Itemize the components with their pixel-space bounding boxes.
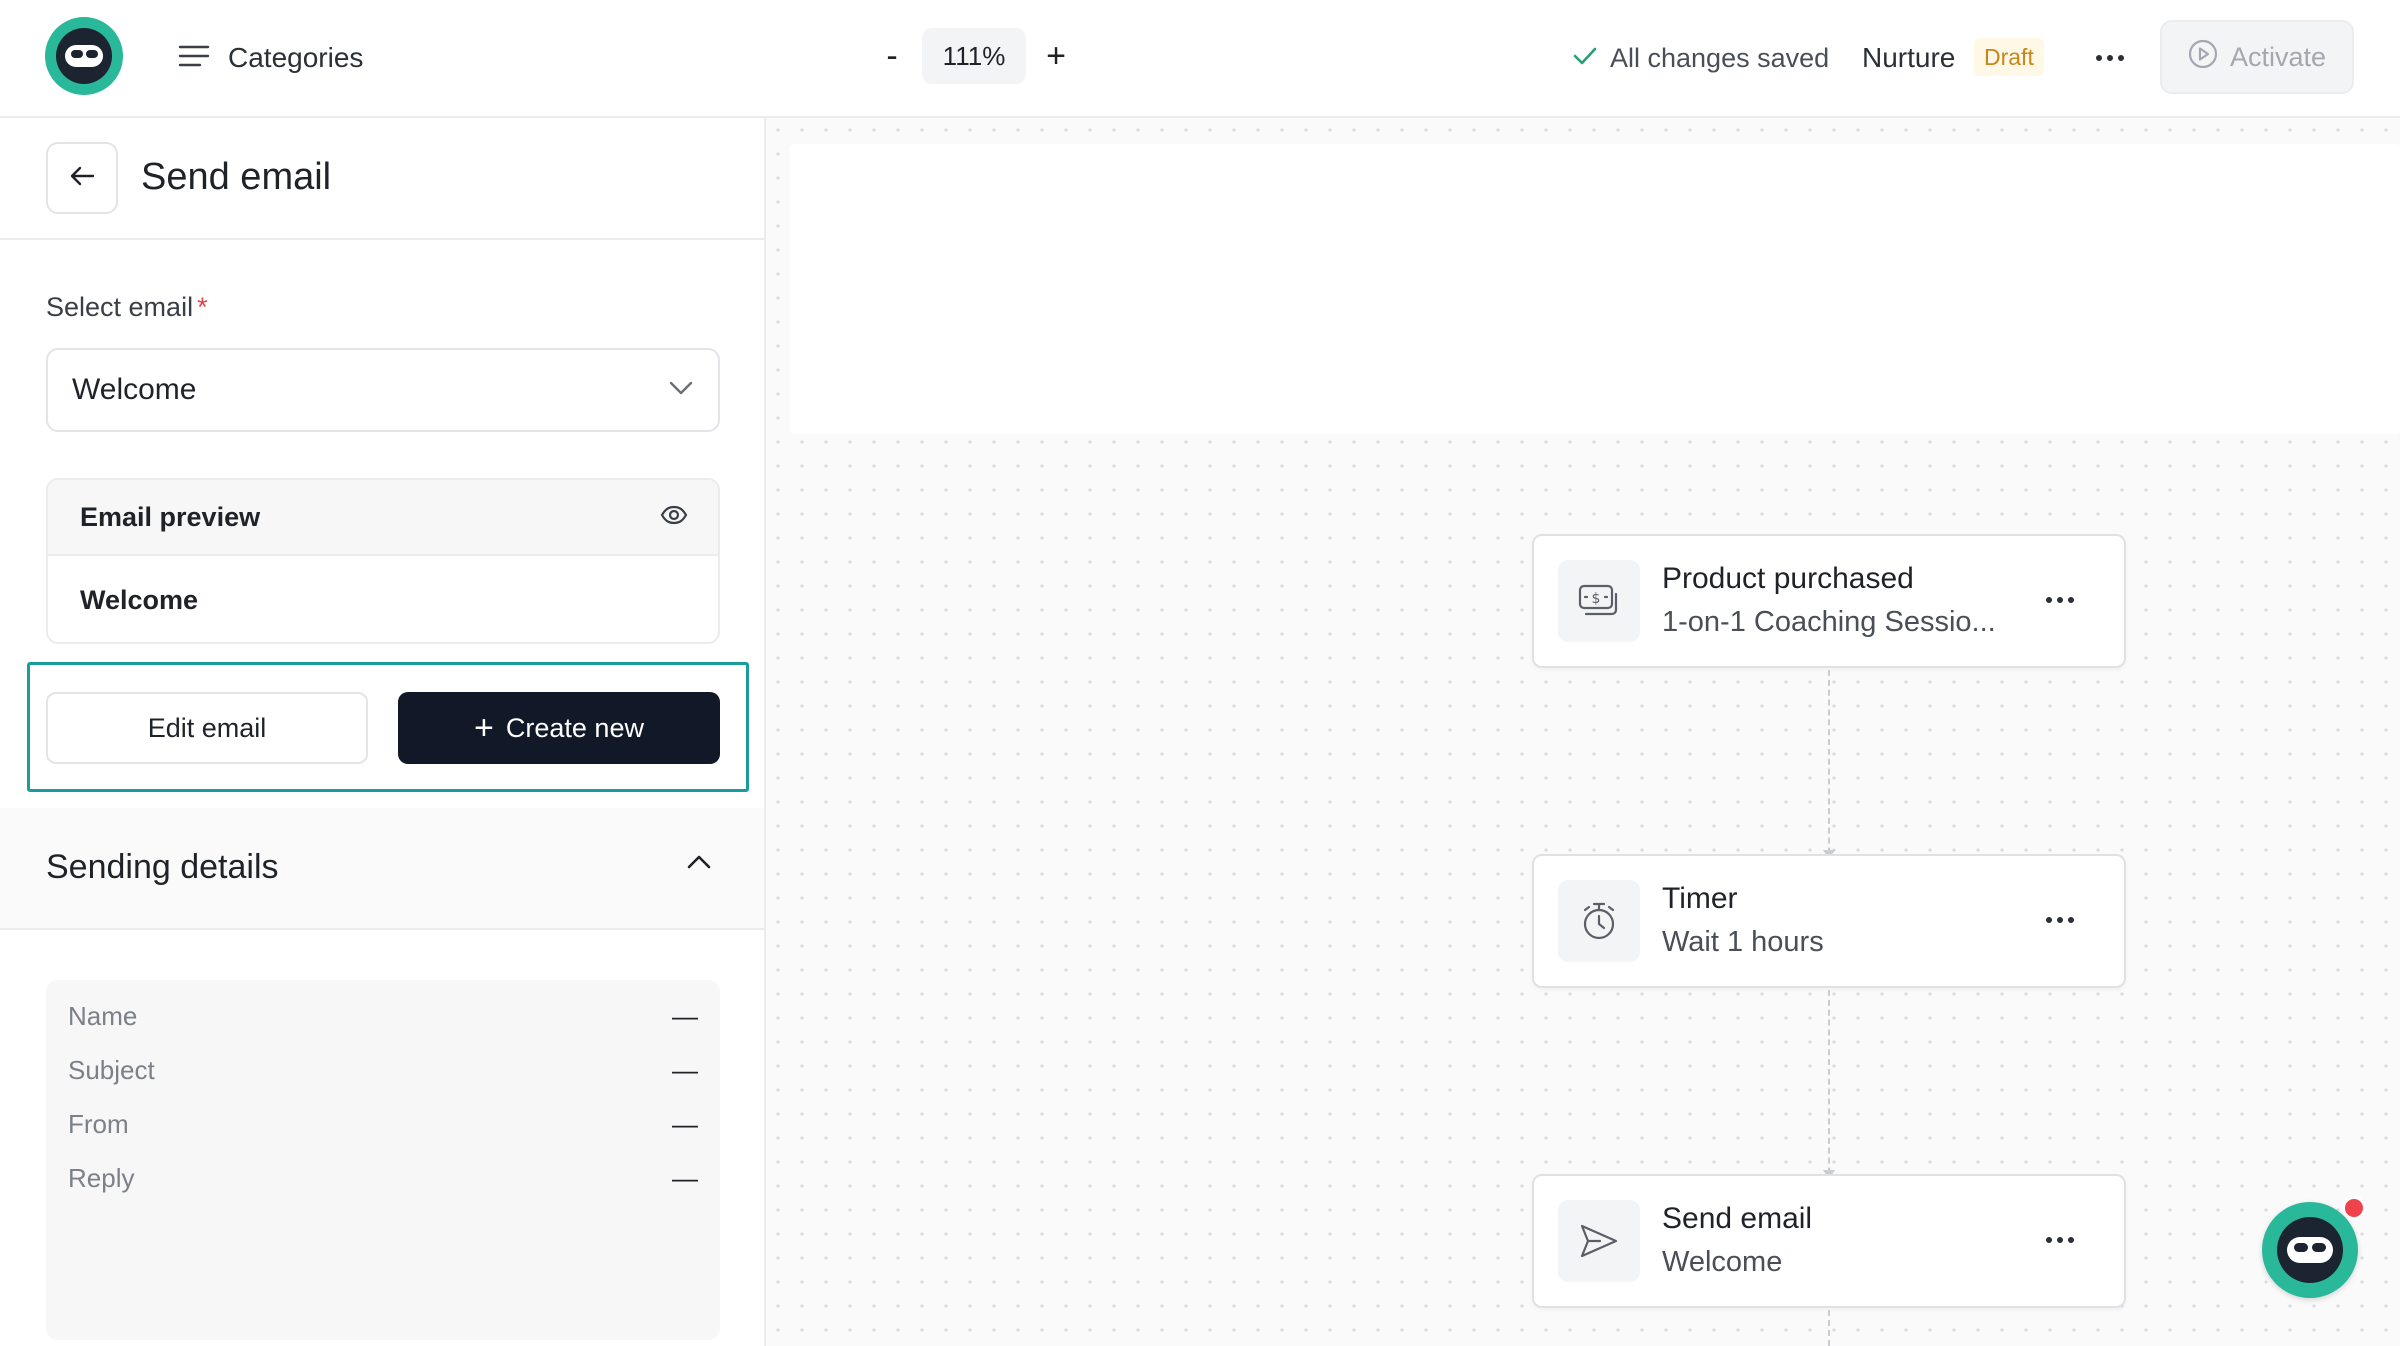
menu-icon	[178, 44, 210, 73]
notification-dot	[2342, 1196, 2366, 1220]
node-subtitle: 1-on-1 Coaching Sessio...	[1662, 606, 1996, 638]
more-options-button[interactable]	[2090, 40, 2130, 76]
panel-header: Send email	[0, 118, 764, 240]
money-icon: $	[1558, 560, 1640, 642]
workflow-node-send-email[interactable]: Send email Welcome	[1532, 1174, 2126, 1308]
eye-icon[interactable]	[660, 505, 688, 530]
detail-value: —	[672, 1000, 698, 1031]
workflow-canvas[interactable]: $ Product purchased 1-on-1 Coaching Sess…	[766, 118, 2400, 1346]
status-badge: Draft	[1974, 38, 2044, 76]
detail-value: —	[672, 1162, 698, 1193]
sending-details-list: Name — Subject — From — Reply —	[46, 980, 720, 1340]
email-preview-subject: Welcome	[80, 584, 199, 615]
create-new-label: Create new	[505, 712, 644, 743]
node-more-button[interactable]	[2040, 582, 2080, 618]
chevron-down-icon	[668, 380, 694, 401]
workflow-name[interactable]: Nurture	[1862, 38, 1955, 78]
check-icon	[1572, 45, 1598, 72]
zoom-level[interactable]: 111%	[922, 28, 1026, 84]
zoom-in-button[interactable]: +	[1034, 28, 1078, 84]
app-logo[interactable]	[45, 17, 123, 95]
workflow-node-trigger[interactable]: $ Product purchased 1-on-1 Coaching Sess…	[1532, 534, 2126, 668]
play-circle-icon	[2188, 39, 2218, 76]
more-dots-icon	[2046, 597, 2052, 603]
zoom-control: - 111% +	[870, 28, 1078, 84]
detail-row-from: From —	[68, 1108, 698, 1139]
activate-button[interactable]: Activate	[2160, 20, 2354, 94]
arrow-left-icon	[69, 165, 95, 192]
svg-text:$: $	[1592, 591, 1601, 607]
create-new-button[interactable]: + Create new	[398, 692, 720, 764]
mascot-icon	[2277, 1217, 2343, 1283]
more-dots-icon	[2046, 917, 2052, 923]
node-connector	[1828, 1310, 1830, 1346]
detail-row-name: Name —	[68, 1000, 698, 1031]
more-dots-icon	[2046, 1237, 2052, 1243]
back-button[interactable]	[46, 142, 118, 214]
canvas-header-area	[790, 144, 2400, 434]
plus-icon: +	[474, 709, 494, 747]
detail-row-reply: Reply —	[68, 1162, 698, 1193]
node-title: Send email	[1662, 1202, 1813, 1235]
email-select-value: Welcome	[72, 373, 197, 406]
workflow-node-timer[interactable]: Timer Wait 1 hours	[1532, 854, 2126, 988]
detail-value: —	[672, 1108, 698, 1139]
email-preview-card: Email preview Welcome	[46, 478, 720, 644]
activate-label: Activate	[2229, 41, 2327, 72]
email-preview-title: Email preview	[80, 501, 261, 532]
top-bar: Categories - 111% + All changes saved Nu…	[0, 0, 2400, 118]
detail-row-subject: Subject —	[68, 1054, 698, 1085]
sending-details-title: Sending details	[46, 848, 279, 886]
categories-label: Categories	[228, 42, 364, 73]
chevron-up-icon	[686, 854, 712, 875]
detail-value: —	[672, 1054, 698, 1085]
node-subtitle: Wait 1 hours	[1662, 926, 1824, 958]
node-title: Timer	[1662, 882, 1738, 915]
email-select[interactable]: Welcome	[46, 348, 720, 432]
select-email-label: Select email *	[46, 292, 208, 322]
node-title: Product purchased	[1662, 562, 1914, 595]
node-subtitle: Welcome	[1662, 1246, 1783, 1278]
send-icon	[1558, 1200, 1640, 1282]
more-dots-icon	[2096, 55, 2102, 61]
save-status: All changes saved	[1572, 38, 1829, 78]
stopwatch-icon	[1558, 880, 1640, 962]
node-more-button[interactable]	[2040, 902, 2080, 938]
panel-title: Send email	[141, 156, 332, 198]
zoom-out-button[interactable]: -	[870, 28, 914, 84]
save-status-text: All changes saved	[1610, 42, 1830, 73]
required-marker: *	[197, 292, 208, 322]
categories-menu-button[interactable]: Categories	[178, 38, 363, 78]
edit-email-button[interactable]: Edit email	[46, 692, 368, 764]
help-chat-button[interactable]	[2262, 1202, 2358, 1298]
node-more-button[interactable]	[2040, 1222, 2080, 1258]
step-settings-panel: Send email Select email * Welcome Email p…	[0, 118, 766, 1346]
sending-details-toggle[interactable]: Sending details	[0, 808, 764, 930]
